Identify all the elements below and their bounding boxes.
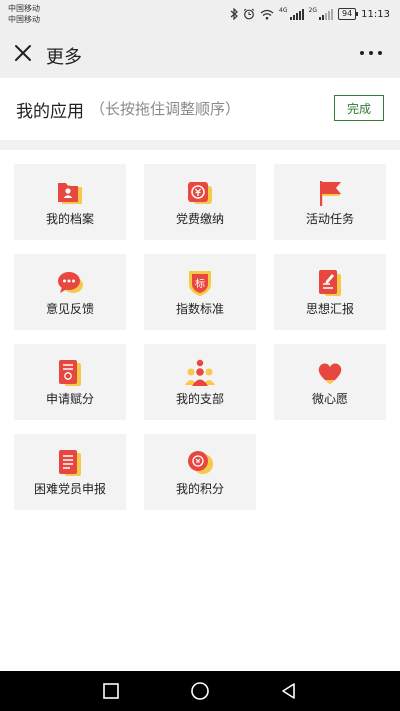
- back-triangle-icon[interactable]: [279, 681, 299, 701]
- app-tile-activity-tasks[interactable]: 活动任务: [274, 164, 386, 240]
- tile-label: 意见反馈: [45, 302, 94, 316]
- status-right: 4G 2G 94 11:13: [230, 7, 390, 21]
- carrier-1: 中国移动: [8, 4, 40, 13]
- report-document-icon: [59, 450, 81, 476]
- section-hint: （长按拖住调整顺序）: [90, 100, 241, 118]
- app-tile-thought-report[interactable]: 思想汇报: [274, 254, 386, 330]
- close-icon: [15, 45, 31, 61]
- signal-icon: [289, 8, 304, 20]
- close-button[interactable]: [10, 40, 36, 66]
- tile-label: 指数标准: [175, 302, 224, 316]
- more-options-button[interactable]: [358, 44, 384, 62]
- clock: 11:13: [361, 8, 390, 20]
- more-dot: [369, 51, 373, 55]
- page-title: 更多: [46, 47, 82, 68]
- battery-icon: 94: [337, 8, 359, 20]
- carrier-2: 中国移动: [8, 15, 40, 24]
- signal-icon-2: [318, 8, 333, 20]
- chat-bubble-icon: [58, 272, 83, 293]
- app-tile-party-fee[interactable]: 党费缴纳: [144, 164, 256, 240]
- standard-badge-icon: 标: [189, 271, 211, 296]
- app-tile-feedback[interactable]: 意见反馈: [14, 254, 126, 330]
- net-type-2: 2G: [308, 7, 317, 14]
- bluetooth-icon: [230, 8, 238, 20]
- tile-label: 困难党员申报: [33, 482, 106, 496]
- flag-icon: [320, 181, 341, 206]
- done-button[interactable]: 完成: [334, 95, 384, 121]
- more-dot: [360, 51, 364, 55]
- recent-apps-square-icon[interactable]: [101, 681, 121, 701]
- system-nav-bar: [0, 671, 400, 711]
- section-divider: [0, 140, 400, 150]
- alarm-icon: [243, 8, 255, 20]
- my-apps-header: 我的应用 （长按拖住调整顺序） 完成: [0, 78, 400, 140]
- points-coin-icon: [188, 451, 213, 474]
- net-type-1: 4G: [279, 7, 288, 14]
- app-tile-my-archive[interactable]: 我的档案: [14, 164, 126, 240]
- section-title: 我的应用: [16, 102, 84, 122]
- tile-label: 我的积分: [175, 482, 224, 496]
- svg-text:标: 标: [195, 278, 205, 290]
- tile-label: 微心愿: [311, 392, 348, 406]
- tile-label: 党费缴纳: [175, 212, 224, 226]
- party-fee-payment-icon: [188, 182, 212, 204]
- tile-label: 我的档案: [45, 212, 94, 226]
- apply-score-document-icon: [59, 360, 81, 386]
- archive-folder-icon: [58, 183, 82, 204]
- top-bar: 更多: [0, 30, 400, 78]
- app-tile-my-points[interactable]: 我的积分: [144, 434, 256, 510]
- heart-icon: [318, 363, 342, 384]
- more-dot: [378, 51, 382, 55]
- app-tile-hardship-report[interactable]: 困难党员申报: [14, 434, 126, 510]
- tile-label: 活动任务: [305, 212, 354, 226]
- tile-label: 思想汇报: [305, 302, 354, 316]
- app-tile-apply-score[interactable]: 申请赋分: [14, 344, 126, 420]
- wifi-icon: [260, 9, 274, 19]
- party-branch-group-icon: [185, 359, 215, 386]
- carrier-info: 中国移动 中国移动: [8, 3, 40, 25]
- home-circle-icon[interactable]: [190, 681, 210, 701]
- app-tile-index-standard[interactable]: 标 指数标准: [144, 254, 256, 330]
- tile-label: 申请赋分: [45, 392, 94, 406]
- edit-document-icon: [319, 270, 341, 296]
- app-tile-my-branch[interactable]: 我的支部: [144, 344, 256, 420]
- app-tile-micro-wish[interactable]: 微心愿: [274, 344, 386, 420]
- tile-label: 我的支部: [175, 392, 224, 406]
- status-bar: 中国移动 中国移动 4G 2G 94 11:13: [0, 0, 400, 30]
